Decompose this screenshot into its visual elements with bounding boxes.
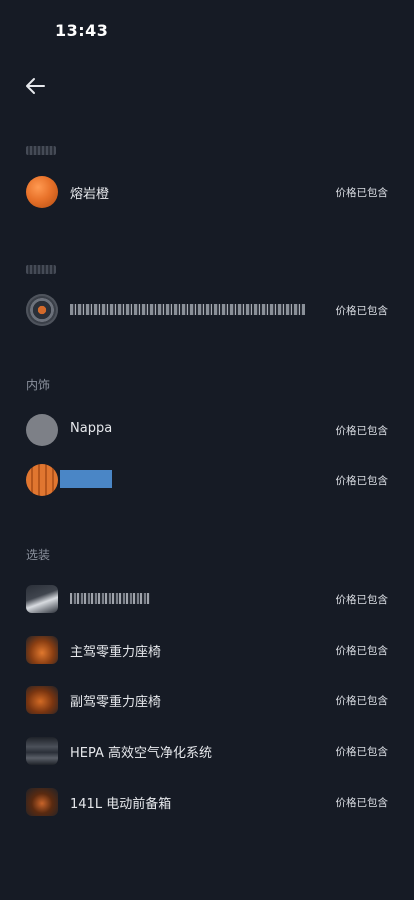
price-included: 价格已包含 bbox=[335, 746, 389, 758]
section-header-interior: 内饰 bbox=[26, 378, 51, 392]
option-row-interior-trim[interactable]: 价格已包含 bbox=[0, 458, 414, 502]
redacted-label bbox=[60, 470, 112, 488]
seat-thumbnail bbox=[26, 686, 58, 714]
option-row-interior-nappa[interactable]: Nappa 价格已包含 bbox=[0, 408, 414, 452]
option-row-frunk[interactable]: 141L 电动前备箱 价格已包含 bbox=[0, 780, 414, 824]
price-included: 价格已包含 bbox=[335, 797, 389, 809]
color-swatch bbox=[26, 176, 58, 208]
redacted-label bbox=[70, 304, 305, 315]
back-button[interactable] bbox=[22, 72, 50, 100]
option-row-option-1[interactable]: 价格已包含 bbox=[0, 577, 414, 621]
price-included: 价格已包含 bbox=[335, 594, 389, 606]
option-row-driver-seat[interactable]: 主驾零重力座椅 价格已包含 bbox=[0, 628, 414, 672]
arrow-left-icon bbox=[26, 78, 45, 94]
option-label: HEPA 高效空气净化系统 bbox=[70, 746, 213, 761]
price-included: 价格已包含 bbox=[335, 305, 389, 317]
seat-thumbnail bbox=[26, 636, 58, 664]
wheel-icon bbox=[26, 294, 58, 326]
frunk-thumbnail bbox=[26, 788, 58, 816]
option-label: 副驾零重力座椅 bbox=[70, 695, 162, 710]
price-included: 价格已包含 bbox=[335, 187, 389, 199]
option-label: 熔岩橙 bbox=[70, 187, 110, 202]
section-header-options: 选装 bbox=[26, 548, 51, 562]
redacted-label bbox=[70, 593, 150, 604]
section-header-redacted bbox=[26, 265, 56, 274]
trim-swatch bbox=[26, 464, 58, 496]
price-included: 价格已包含 bbox=[335, 645, 389, 657]
status-bar: 13:43 bbox=[0, 0, 414, 60]
price-included: 价格已包含 bbox=[335, 695, 389, 707]
price-included: 价格已包含 bbox=[335, 425, 389, 437]
option-row-passenger-seat[interactable]: 副驾零重力座椅 价格已包含 bbox=[0, 678, 414, 722]
filter-thumbnail bbox=[26, 737, 58, 765]
option-label: 主驾零重力座椅 bbox=[70, 645, 162, 660]
color-swatch bbox=[26, 414, 58, 446]
price-included: 价格已包含 bbox=[335, 475, 389, 487]
section-header-redacted bbox=[26, 146, 56, 155]
option-row-exterior-color[interactable]: 熔岩橙 价格已包含 bbox=[0, 170, 414, 214]
option-row-hepa[interactable]: HEPA 高效空气净化系统 价格已包含 bbox=[0, 729, 414, 773]
option-label: Nappa bbox=[70, 421, 113, 436]
status-time: 13:43 bbox=[55, 21, 109, 40]
option-row-wheels[interactable]: 价格已包含 bbox=[0, 288, 414, 332]
option-thumbnail bbox=[26, 585, 58, 613]
option-label: 141L 电动前备箱 bbox=[70, 797, 172, 812]
